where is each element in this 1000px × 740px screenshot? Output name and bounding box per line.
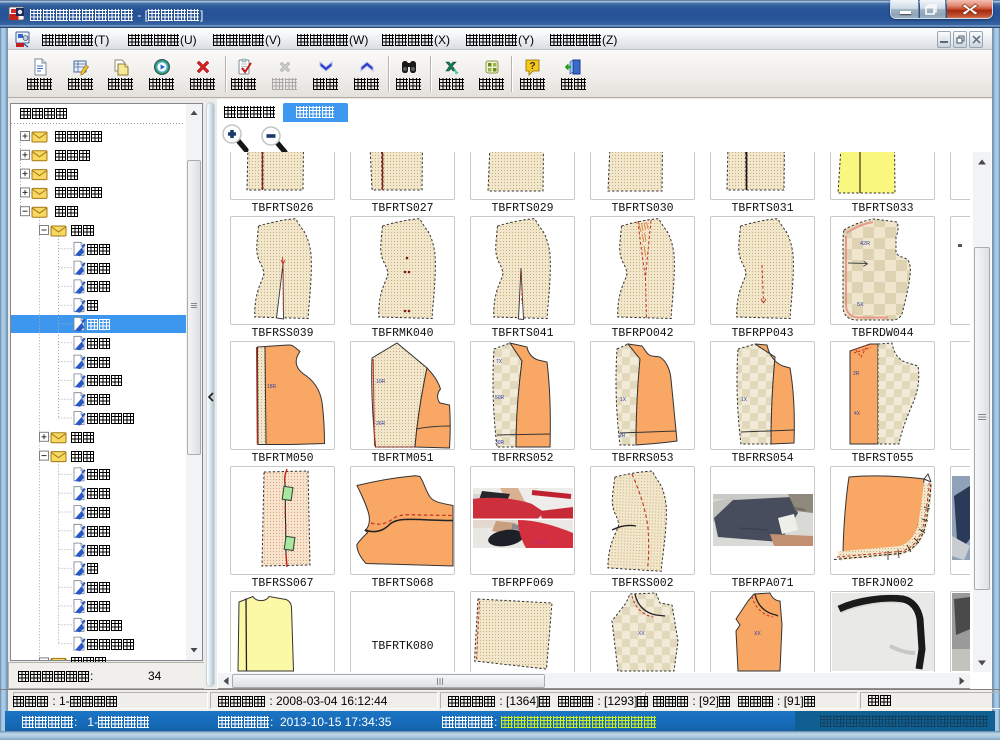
svg-text:XX: XX — [754, 631, 761, 637]
svg-text:50R: 50R — [495, 395, 505, 401]
svg-text:18R: 18R — [267, 384, 277, 390]
svg-text:6015: 6015 — [534, 540, 548, 546]
svg-text:7X: 7X — [496, 359, 503, 365]
svg-text:5X: 5X — [857, 302, 864, 308]
svg-text:?: ? — [529, 61, 535, 72]
svg-text:XX: XX — [638, 631, 645, 637]
svg-text:1X: 1X — [741, 397, 748, 403]
svg-text:10R: 10R — [376, 379, 386, 385]
svg-text:2R: 2R — [853, 371, 860, 377]
svg-text:26R: 26R — [376, 421, 386, 427]
svg-text:30R: 30R — [495, 440, 505, 446]
svg-text:1X: 1X — [620, 397, 627, 403]
svg-text:4X: 4X — [854, 411, 861, 417]
svg-text:42R: 42R — [860, 241, 870, 247]
svg-text:2R: 2R — [619, 433, 626, 439]
